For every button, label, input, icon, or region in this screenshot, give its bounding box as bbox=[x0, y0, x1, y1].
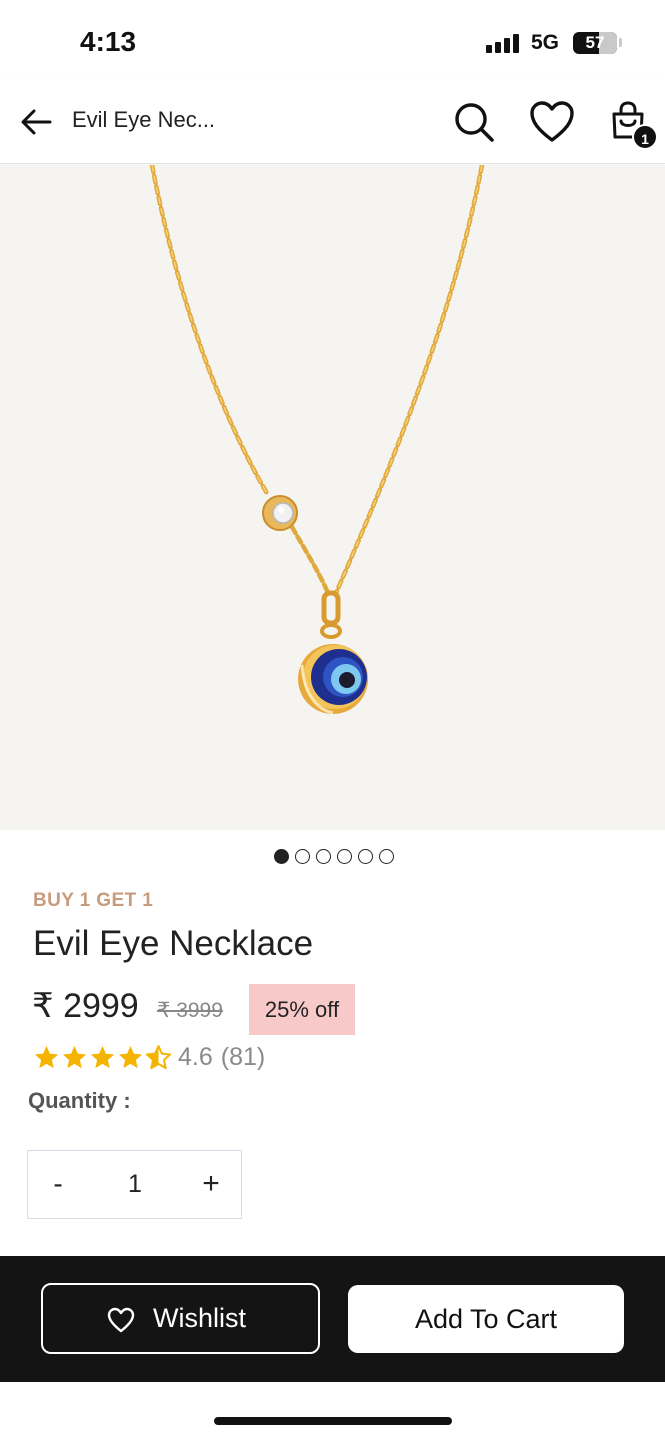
quantity-stepper: - 1 + bbox=[27, 1150, 242, 1219]
battery-level: 57 bbox=[585, 33, 605, 52]
product-price: ₹ 2999 bbox=[32, 987, 139, 1025]
bottom-action-bar: Wishlist Add To Cart bbox=[0, 1256, 665, 1382]
product-rating[interactable]: 4.6 (81) bbox=[33, 1040, 265, 1074]
wishlist-label: Wishlist bbox=[153, 1303, 246, 1333]
signal-icon bbox=[486, 33, 522, 53]
quantity-label: Quantity : bbox=[28, 1088, 131, 1113]
half-star-icon bbox=[145, 1044, 172, 1069]
star-icon bbox=[62, 1045, 87, 1068]
status-time: 4:13 bbox=[80, 26, 137, 57]
rating-stars bbox=[33, 1044, 172, 1071]
cart-count-badge: 1 bbox=[632, 124, 658, 150]
carousel-dot[interactable] bbox=[315, 849, 331, 864]
battery-nub bbox=[619, 38, 622, 47]
product-image[interactable] bbox=[0, 165, 665, 830]
search-icon[interactable] bbox=[452, 100, 496, 144]
wishlist-button[interactable]: Wishlist bbox=[41, 1283, 320, 1354]
carousel-dot[interactable] bbox=[357, 849, 373, 864]
product-mrp: ₹ 3999 bbox=[157, 999, 223, 1022]
battery-icon: 57 bbox=[573, 32, 617, 54]
quantity-value[interactable]: 1 bbox=[110, 1151, 160, 1217]
carousel-dot[interactable] bbox=[294, 849, 310, 864]
add-to-cart-button[interactable]: Add To Cart bbox=[348, 1285, 624, 1353]
star-icon bbox=[34, 1045, 59, 1068]
network-label: 5G bbox=[531, 31, 560, 54]
star-icon bbox=[90, 1045, 115, 1068]
promo-tag: BUY 1 GET 1 bbox=[33, 890, 154, 911]
carousel-dot[interactable] bbox=[336, 849, 352, 864]
add-to-cart-label: Add To Cart bbox=[414, 1304, 558, 1334]
product-title: Evil Eye Necklace bbox=[33, 924, 314, 963]
quantity-decrease-button[interactable]: - bbox=[38, 1151, 78, 1217]
necklace-illustration bbox=[149, 165, 485, 715]
carousel-dot[interactable] bbox=[378, 849, 394, 864]
quantity-increase-button[interactable]: + bbox=[191, 1151, 231, 1217]
home-indicator[interactable] bbox=[214, 1417, 452, 1425]
app-header: Evil Eye Nec... bbox=[0, 80, 665, 164]
back-arrow-icon[interactable] bbox=[18, 104, 54, 140]
heart-icon[interactable] bbox=[529, 100, 575, 144]
star-icon bbox=[118, 1045, 143, 1068]
discount-badge: 25% off bbox=[249, 984, 355, 1035]
status-bar: 4:13 5G 57 bbox=[0, 0, 665, 80]
header-title: Evil Eye Nec... bbox=[72, 107, 216, 132]
heart-icon bbox=[107, 1307, 135, 1333]
review-count: (81) bbox=[220, 1042, 266, 1071]
carousel-dots bbox=[0, 849, 665, 867]
carousel-dot[interactable] bbox=[273, 849, 289, 864]
rating-value: 4.6 bbox=[178, 1042, 213, 1071]
